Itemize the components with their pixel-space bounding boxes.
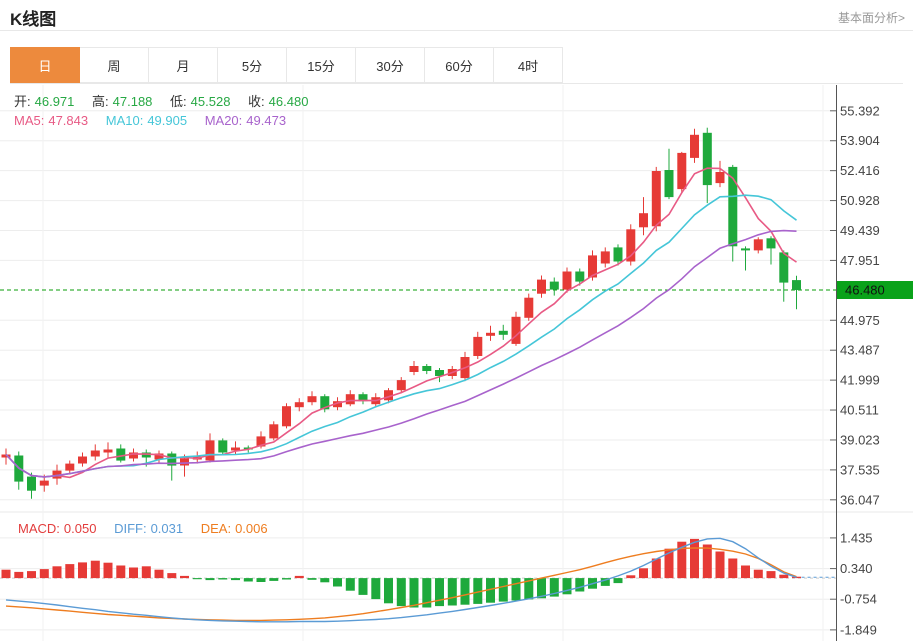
timeframe-tabs: 日周月5分15分30分60分4时 <box>10 47 903 84</box>
candlestick-chart[interactable]: 开: 46.971 高: 47.188 低: 45.528 收: 46.480 MA5:… <box>0 84 913 641</box>
open-label: 开: <box>14 94 31 109</box>
ma20-label: MA20: <box>205 113 243 128</box>
diff-label: DIFF: <box>114 521 147 536</box>
tab-月[interactable]: 月 <box>148 47 218 83</box>
open-value: 46.971 <box>35 94 75 109</box>
dea-label: DEA: <box>201 521 231 536</box>
tab-周[interactable]: 周 <box>79 47 149 83</box>
y-axis-label: 53.904 <box>840 133 880 148</box>
tab-30分[interactable]: 30分 <box>355 47 425 83</box>
gridlines <box>0 85 913 641</box>
dea-value: 0.006 <box>235 521 268 536</box>
fundamental-analysis-link[interactable]: 基本面分析> <box>838 9 905 26</box>
y-axis-label: 37.535 <box>840 462 880 477</box>
tab-5分[interactable]: 5分 <box>217 47 287 83</box>
y-axis-label: 40.511 <box>840 403 879 418</box>
low-label: 低: <box>170 94 187 109</box>
page-title: K线图 <box>10 5 56 30</box>
diff-value: 0.031 <box>151 521 184 536</box>
y-axis: 55.392 53.904 52.416 50.928 49.439 47.951 44.9… <box>830 85 880 641</box>
tab-60分[interactable]: 60分 <box>424 47 494 83</box>
tab-日[interactable]: 日 <box>10 47 80 83</box>
y-axis-label: 41.999 <box>840 373 880 388</box>
current-price-badge: 46.480 <box>837 281 913 299</box>
ma-readout: MA5: 47.843 MA10:49.905 MA20:49.473 <box>14 113 290 128</box>
ma5-label: MA5: <box>14 113 44 128</box>
tab-4时[interactable]: 4时 <box>493 47 563 83</box>
ohlc-readout: 开: 46.971 高: 47.188 低: 45.528 收: 46.480 <box>14 91 312 110</box>
ma5-value: 47.843 <box>48 113 88 128</box>
high-value: 47.188 <box>113 94 153 109</box>
chart-svg: 55.392 53.904 52.416 50.928 49.439 47.951 44.9… <box>0 84 913 641</box>
header-divider <box>0 30 913 31</box>
y-axis-label: 52.416 <box>840 163 880 178</box>
macd-readout: MACD: 0.050 DIFF: 0.031 DEA: 0.006 <box>18 521 272 536</box>
y-axis-label: 1.435 <box>840 530 873 545</box>
close-label: 收: <box>248 94 265 109</box>
y-axis-label: 55.392 <box>840 103 880 118</box>
y-axis-label: -1.849 <box>840 622 877 637</box>
ma10-label: MA10: <box>106 113 144 128</box>
y-axis-label: 50.928 <box>840 193 880 208</box>
macd-label: MACD: <box>18 521 60 536</box>
y-axis-label: 0.340 <box>840 561 873 576</box>
ma10-line <box>6 195 797 477</box>
ma10-value: 49.905 <box>147 113 187 128</box>
current-price-badge-label: 46.480 <box>845 283 885 298</box>
y-axis-label: 49.439 <box>840 223 880 238</box>
macd-histogram <box>2 539 802 608</box>
y-axis-label: 47.951 <box>840 253 880 268</box>
candles-layer <box>2 128 802 499</box>
y-axis-label: 43.487 <box>840 343 880 358</box>
tab-15分[interactable]: 15分 <box>286 47 356 83</box>
ma5-line <box>6 168 797 477</box>
high-label: 高: <box>92 94 109 109</box>
low-value: 45.528 <box>191 94 231 109</box>
close-value: 46.480 <box>269 94 309 109</box>
y-axis-label: 39.023 <box>840 432 880 447</box>
y-axis-label: -0.754 <box>840 592 877 607</box>
ma20-value: 49.473 <box>246 113 286 128</box>
y-axis-label: 36.047 <box>840 492 880 507</box>
macd-value: 0.050 <box>64 521 97 536</box>
y-axis-label: 44.975 <box>840 313 880 328</box>
